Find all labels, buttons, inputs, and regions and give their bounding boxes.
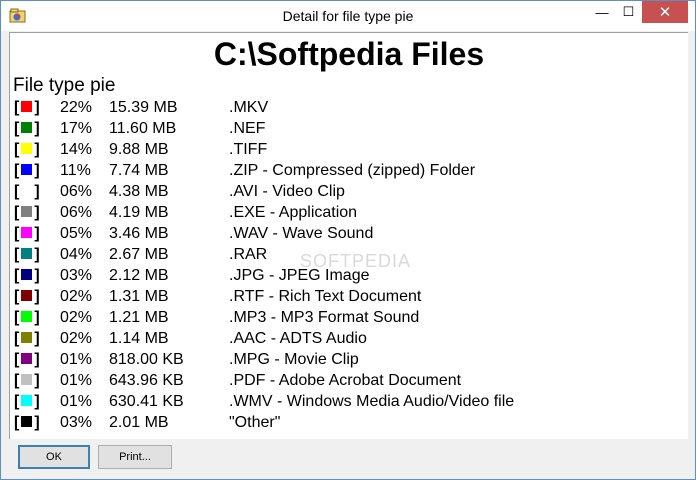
color-swatch: []	[14, 351, 40, 368]
minimize-button[interactable]: —	[589, 1, 615, 23]
percent-value: 05%	[60, 225, 93, 242]
percent-value: 03%	[60, 267, 93, 284]
color-swatch: []	[14, 267, 40, 284]
color-swatch: []	[14, 225, 40, 242]
file-type-label: .AAC - ADTS Audio	[229, 330, 367, 347]
color-swatch: []	[14, 99, 40, 116]
size-value: 4.19 MB	[109, 204, 169, 221]
color-swatch: []	[14, 120, 40, 137]
size-value: 7.74 MB	[109, 162, 169, 179]
file-type-label: .TIFF	[229, 141, 268, 158]
color-swatch: []	[14, 183, 40, 200]
list-item: [] 14% 9.88 MB .TIFF	[13, 139, 673, 160]
file-type-label: .RAR	[229, 246, 268, 263]
size-value: 1.31 MB	[109, 288, 169, 305]
percent-value: 14%	[60, 141, 93, 158]
percent-value: 01%	[60, 393, 93, 410]
size-value: 2.67 MB	[109, 246, 169, 263]
file-type-label: .PDF - Adobe Acrobat Document	[229, 372, 462, 389]
file-type-label: .WMV - Windows Media Audio/Video file	[229, 393, 515, 410]
list-item: [] 01% 818.00 KB .MPG - Movie Clip	[13, 349, 673, 370]
percent-value: 11%	[60, 162, 91, 179]
list-item: [] 03% 2.01 MB "Other"	[13, 412, 673, 433]
maximize-button[interactable]: ☐	[615, 1, 642, 23]
size-value: 818.00 KB	[109, 351, 184, 368]
size-value: 2.01 MB	[109, 414, 169, 431]
size-value: 630.41 KB	[109, 393, 184, 410]
color-swatch: []	[14, 393, 40, 410]
file-type-list: [] 22% 15.39 MB .MKV [] 17% 11.60 MB .NEF [] 14% 9…	[13, 97, 673, 433]
list-item: [] 03% 2.12 MB .JPG - JPEG Image	[13, 265, 673, 286]
size-value: 643.96 KB	[109, 372, 184, 389]
percent-value: 02%	[60, 330, 93, 347]
detail-window: Detail for file type pie — ☐ ✕ C:\Softpe…	[0, 0, 696, 480]
list-item: [] 11% 7.74 MB .ZIP - Compressed (zipped) F…	[13, 160, 673, 181]
list-item: [] 06% 4.19 MB .EXE - Application	[13, 202, 673, 223]
ok-button[interactable]: OK	[18, 445, 90, 469]
percent-value: 06%	[60, 204, 93, 221]
color-swatch: []	[14, 204, 40, 221]
file-type-label: .NEF	[229, 120, 266, 137]
file-type-label: .EXE - Application	[229, 204, 358, 221]
title-bar[interactable]: Detail for file type pie — ☐ ✕	[1, 1, 695, 31]
size-value: 15.39 MB	[109, 99, 178, 116]
list-item: [] 17% 11.60 MB .NEF	[13, 118, 673, 139]
color-swatch: []	[14, 330, 40, 347]
print-button[interactable]: Print...	[98, 445, 172, 469]
size-value: 1.21 MB	[109, 309, 169, 326]
list-item: [] 04% 2.67 MB .RAR	[13, 244, 673, 265]
chart-subheading: File type pie	[13, 75, 116, 96]
file-type-label: .ZIP - Compressed (zipped) Folder	[229, 162, 476, 179]
file-type-label: .AVI - Video Clip	[229, 183, 345, 200]
size-value: 11.60 MB	[109, 120, 177, 137]
color-swatch: []	[14, 246, 40, 263]
detail-content: C:\Softpedia Files File type pie SOFTPED…	[9, 32, 688, 439]
file-type-label: .JPG - JPEG Image	[229, 267, 370, 284]
list-item: [] 22% 15.39 MB .MKV	[13, 97, 673, 118]
size-value: 9.88 MB	[109, 141, 169, 158]
percent-value: 22%	[60, 99, 93, 116]
list-item: [] 02% 1.31 MB .RTF - Rich Text Document	[13, 286, 673, 307]
percent-value: 02%	[60, 288, 93, 305]
file-type-label: .MP3 - MP3 Format Sound	[229, 309, 420, 326]
size-value: 1.14 MB	[109, 330, 169, 347]
percent-value: 06%	[60, 183, 93, 200]
list-item: [] 01% 630.41 KB .WMV - Windows Media Audio…	[13, 391, 673, 412]
color-swatch: []	[14, 414, 40, 431]
percent-value: 03%	[60, 414, 93, 431]
size-value: 4.38 MB	[109, 183, 169, 200]
list-item: [] 01% 643.96 KB .PDF - Adobe Acrobat Docum…	[13, 370, 673, 391]
color-swatch: []	[14, 141, 40, 158]
button-bar: OK Print...	[1, 439, 695, 479]
color-swatch: []	[14, 162, 40, 179]
list-item: [] 02% 1.14 MB .AAC - ADTS Audio	[13, 328, 673, 349]
size-value: 2.12 MB	[109, 267, 169, 284]
color-swatch: []	[14, 372, 40, 389]
file-type-label: .MPG - Movie Clip	[229, 351, 359, 368]
color-swatch: []	[14, 288, 40, 305]
color-swatch: []	[14, 309, 40, 326]
close-button[interactable]: ✕	[642, 1, 688, 23]
file-type-label: "Other"	[229, 414, 281, 431]
percent-value: 04%	[60, 246, 93, 263]
percent-value: 17%	[60, 120, 93, 137]
percent-value: 01%	[60, 351, 93, 368]
list-item: [] 05% 3.46 MB .WAV - Wave Sound	[13, 223, 673, 244]
folder-heading: C:\Softpedia Files	[213, 36, 485, 72]
percent-value: 01%	[60, 372, 93, 389]
percent-value: 02%	[60, 309, 93, 326]
file-type-label: .RTF - Rich Text Document	[229, 288, 422, 305]
list-item: [] 02% 1.21 MB .MP3 - MP3 Format Sound	[13, 307, 673, 328]
size-value: 3.46 MB	[109, 225, 169, 242]
file-type-label: .MKV	[229, 99, 269, 116]
list-item: [] 06% 4.38 MB .AVI - Video Clip	[13, 181, 673, 202]
file-type-label: .WAV - Wave Sound	[229, 225, 374, 242]
